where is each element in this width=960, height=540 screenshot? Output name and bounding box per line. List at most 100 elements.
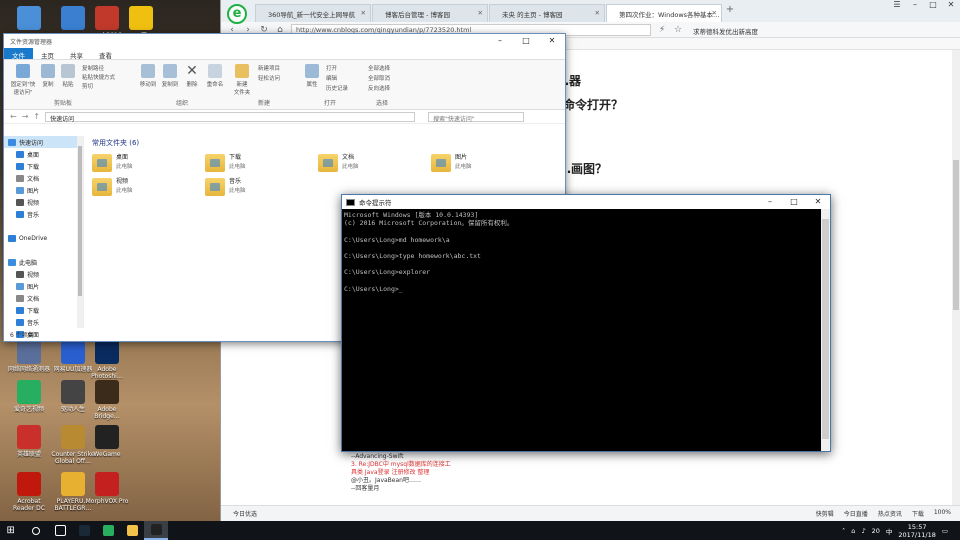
- easy-access-button[interactable]: 轻松访问: [258, 74, 280, 82]
- taskbar-search-button[interactable]: [24, 521, 48, 540]
- taskbar-file-explorer-button[interactable]: [120, 521, 144, 540]
- folder-tile[interactable]: 视频 此电脑: [92, 178, 205, 196]
- arrow-up-icon[interactable]: ˄: [842, 527, 845, 535]
- temperature[interactable]: 20: [872, 527, 880, 535]
- folder-tile[interactable]: 下载 此电脑: [205, 154, 318, 172]
- select-all-button[interactable]: 全部选择: [368, 64, 390, 72]
- folder-tile[interactable]: 图片 此电脑: [431, 154, 544, 172]
- ribbon-tab[interactable]: 查看: [91, 48, 120, 60]
- nav-item[interactable]: 图片: [4, 280, 83, 292]
- nav-item[interactable]: OneDrive: [4, 232, 83, 244]
- scrollbar-thumb[interactable]: [822, 219, 829, 439]
- new-tab-button[interactable]: +: [723, 4, 737, 22]
- folder-tile[interactable]: 桌面 此电脑: [92, 154, 205, 172]
- forward-icon[interactable]: →: [22, 112, 29, 121]
- up-icon[interactable]: ↑: [33, 112, 40, 121]
- close-icon[interactable]: ✕: [539, 34, 565, 48]
- nav-item[interactable]: 视频: [4, 196, 83, 208]
- desktop-icon[interactable]: 英雄联盟: [6, 425, 52, 458]
- folder-tile[interactable]: 音乐 此电脑: [205, 178, 318, 196]
- desktop-icon[interactable]: WeGame: [84, 425, 130, 458]
- taskbar-start-button[interactable]: ⊞: [0, 521, 24, 540]
- delete-button[interactable]: ✕ 删除: [184, 64, 200, 88]
- close-tab-icon[interactable]: ✕: [712, 9, 717, 17]
- minimize-icon[interactable]: –: [487, 34, 513, 48]
- browser-tab[interactable]: 未央 的主页 - 博客园 ✕: [489, 4, 605, 22]
- nav-item[interactable]: 文档: [4, 292, 83, 304]
- notification-icon[interactable]: ▭: [942, 527, 948, 535]
- maximize-icon[interactable]: □: [782, 195, 806, 209]
- statusbar-item[interactable]: 快剪辑: [816, 509, 834, 518]
- taskbar-cmd-button[interactable]: [144, 521, 168, 540]
- taskbar-steam-button[interactable]: [72, 521, 96, 540]
- close-tab-icon[interactable]: ✕: [361, 9, 366, 17]
- maximize-icon[interactable]: □: [924, 0, 942, 14]
- copy-button[interactable]: 复制: [40, 64, 56, 88]
- volume-icon[interactable]: ♪: [861, 527, 865, 535]
- browser-tab[interactable]: 博客后台管理 - 博客园 ✕: [372, 4, 488, 22]
- scrollbar-thumb[interactable]: [953, 160, 959, 310]
- desktop-icon[interactable]: [6, 6, 52, 32]
- browser-tab[interactable]: 360导航_新一代安全上网导航 ✕: [255, 4, 371, 22]
- nav-item[interactable]: 快速访问: [4, 136, 83, 148]
- copy-path-button[interactable]: 复制路径: [82, 64, 104, 72]
- nav-item[interactable]: 图片: [4, 184, 83, 196]
- select-none-button[interactable]: 全部取消: [368, 74, 390, 82]
- invert-selection-button[interactable]: 反向选择: [368, 84, 390, 92]
- properties-button[interactable]: 属性: [304, 64, 320, 88]
- status-left[interactable]: 今日优选: [233, 509, 257, 518]
- scrollbar-thumb[interactable]: [78, 146, 82, 296]
- desktop-icon[interactable]: Acrobat Reader DC: [6, 472, 52, 512]
- desktop-icon[interactable]: 网络网络通测器: [6, 340, 52, 373]
- desktop-icon[interactable]: MorphVOX Pro: [84, 472, 130, 505]
- ime-indicator[interactable]: 中: [886, 526, 893, 536]
- statusbar-item[interactable]: 今日直播: [844, 509, 868, 518]
- address-input[interactable]: 快速访问: [45, 111, 416, 123]
- close-tab-icon[interactable]: ✕: [595, 9, 600, 17]
- desktop-icon[interactable]: Adobe Bridge…: [84, 380, 130, 420]
- nav-item[interactable]: 桌面: [4, 148, 83, 160]
- pin-button[interactable]: 固定到"快速访问": [8, 64, 38, 96]
- statusbar-item[interactable]: 100%: [934, 509, 951, 518]
- ribbon-tab[interactable]: 主页: [33, 48, 62, 60]
- desktop-icon[interactable]: 爱奇艺视频: [6, 380, 52, 413]
- search-input[interactable]: 求蒂德科发优出新高度: [689, 24, 849, 36]
- page-scrollbar[interactable]: [952, 50, 960, 505]
- cmd-scrollbar[interactable]: [821, 209, 830, 451]
- rename-button[interactable]: 重命名: [204, 64, 226, 88]
- close-tab-icon[interactable]: ✕: [478, 9, 483, 17]
- search-input[interactable]: 搜索"快速访问": [428, 111, 525, 123]
- terminal-output[interactable]: Microsoft Windows [版本 10.0.14393] (c) 201…: [342, 209, 822, 451]
- nav-item[interactable]: 视频: [4, 268, 83, 280]
- statusbar-item[interactable]: 下载: [912, 509, 924, 518]
- open-button[interactable]: 打开: [326, 64, 337, 72]
- clock[interactable]: 15:57 2017/11/18: [898, 523, 935, 539]
- history-button[interactable]: 历史记录: [326, 84, 348, 92]
- ribbon-tab[interactable]: 共享: [62, 48, 91, 60]
- new-folder-button[interactable]: 新建 文件夹: [230, 64, 254, 96]
- cut-button[interactable]: 剪切: [82, 82, 93, 90]
- copy-to-button[interactable]: 复制到: [160, 64, 180, 88]
- star-icon[interactable]: ☆: [673, 25, 683, 35]
- paste-button[interactable]: 粘贴: [60, 64, 76, 88]
- minimize-icon[interactable]: –: [906, 0, 924, 14]
- nav-item[interactable]: 音乐: [4, 316, 83, 328]
- taskbar-task-view-button[interactable]: [48, 521, 72, 540]
- nav-item[interactable]: 音乐: [4, 208, 83, 220]
- menu-icon[interactable]: ☰: [888, 0, 906, 14]
- nav-item[interactable]: 下载: [4, 304, 83, 316]
- close-icon[interactable]: ✕: [806, 195, 830, 209]
- section-title[interactable]: 常用文件夹 (6): [92, 138, 544, 148]
- minimize-icon[interactable]: –: [758, 195, 782, 209]
- bolt-icon[interactable]: ⚡: [657, 25, 667, 35]
- browser-tab[interactable]: 第四次作业：Windows各种基本… ✕: [606, 4, 722, 22]
- new-item-button[interactable]: 新建项目: [258, 64, 280, 72]
- statusbar-item[interactable]: 热点资讯: [878, 509, 902, 518]
- edit-button[interactable]: 编辑: [326, 74, 337, 82]
- taskbar-360-browser-button[interactable]: [96, 521, 120, 540]
- close-icon[interactable]: ✕: [942, 0, 960, 14]
- paste-shortcut-button[interactable]: 粘贴快捷方式: [82, 73, 115, 81]
- back-icon[interactable]: ←: [10, 112, 17, 121]
- desktop-icon[interactable]: Adobe Photoshi…: [84, 340, 130, 380]
- nav-item[interactable]: 下载: [4, 160, 83, 172]
